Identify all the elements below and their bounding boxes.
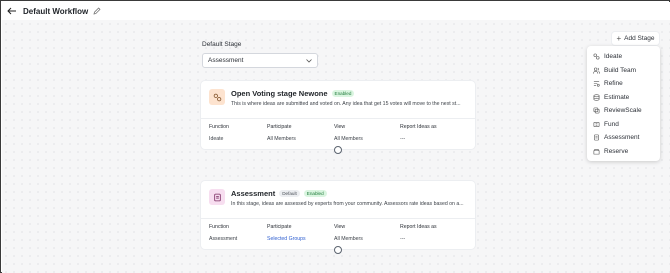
menu-item-label: Ideate xyxy=(604,53,623,61)
report-column: Report Ideas as --- xyxy=(400,224,437,242)
view-value: All Members xyxy=(334,136,363,142)
top-bar: Default Workflow xyxy=(2,2,670,20)
menu-item-refine[interactable]: Refine xyxy=(587,77,660,91)
view-header: View xyxy=(334,124,346,130)
assessment-stage-icon xyxy=(209,189,225,205)
function-header: Function xyxy=(209,124,229,130)
menu-item-label: Reserve xyxy=(604,147,629,155)
report-header: Report Ideas as xyxy=(400,124,437,130)
report-header: Report Ideas as xyxy=(400,224,437,230)
refine-icon xyxy=(593,81,600,87)
enabled-badge: Enabled xyxy=(303,190,327,197)
default-stage-value: Assessment xyxy=(208,57,244,64)
stage-connector-handle[interactable] xyxy=(334,146,342,154)
participate-header: Participate xyxy=(267,224,292,230)
menu-item-label: Assessment xyxy=(604,134,640,142)
stage-card[interactable]: Open Voting stage Newone Enabled This is… xyxy=(201,81,475,149)
add-stage-label: Add Stage xyxy=(624,35,655,42)
menu-item-label: ReviewScale xyxy=(604,107,642,115)
stage-title: Assessment xyxy=(231,189,276,198)
enabled-badge: Enabled xyxy=(331,90,355,97)
stage-title-row: Assessment Default Enabled xyxy=(231,189,327,198)
function-value: Assessment xyxy=(209,236,238,242)
function-column: Function Assessment xyxy=(209,224,237,242)
stage-title: Open Voting stage Newone xyxy=(231,89,328,98)
card-divider xyxy=(201,218,475,219)
reserve-icon xyxy=(593,148,600,155)
participate-column: Participate All Members xyxy=(267,124,296,142)
app-window: Default Workflow Default Stage Assessmen… xyxy=(0,0,670,273)
participate-value: All Members xyxy=(267,136,296,142)
view-column: View All Members xyxy=(334,124,363,142)
menu-item-label: Refine xyxy=(604,80,623,88)
stage-connector-handle[interactable] xyxy=(334,246,342,254)
menu-item-reviewscale[interactable]: ReviewScale xyxy=(587,104,660,118)
page-title: Default Workflow xyxy=(23,6,89,16)
view-value: All Members xyxy=(334,236,363,242)
participate-header: Participate xyxy=(267,124,292,130)
stage-description: This is where ideas are submitted and vo… xyxy=(231,101,461,107)
report-column: Report Ideas as --- xyxy=(400,124,437,142)
plus-icon: + xyxy=(616,34,622,43)
chevron-down-icon xyxy=(306,58,312,63)
menu-item-reserve[interactable]: Reserve xyxy=(587,145,660,159)
fund-icon xyxy=(593,121,600,127)
menu-item-label: Fund xyxy=(604,120,619,128)
default-badge: Default xyxy=(279,190,300,197)
edit-pencil-icon[interactable] xyxy=(93,6,103,16)
team-icon xyxy=(593,67,600,74)
menu-item-build-team[interactable]: Build Team xyxy=(587,64,660,78)
stage-title-row: Open Voting stage Newone Enabled xyxy=(231,89,355,98)
function-header: Function xyxy=(209,224,229,230)
menu-item-assessment[interactable]: Assessment xyxy=(587,131,660,145)
ideate-stage-icon xyxy=(209,89,225,105)
default-stage-select[interactable]: Assessment xyxy=(202,53,318,68)
menu-item-label: Estimate xyxy=(604,93,630,101)
card-divider xyxy=(201,118,475,119)
function-value: Ideate xyxy=(209,136,224,142)
assessment-icon xyxy=(594,134,599,141)
menu-item-estimate[interactable]: Estimate xyxy=(587,91,660,105)
stage-description: In this stage, ideas are assessed by exp… xyxy=(231,201,464,207)
back-arrow-icon[interactable] xyxy=(5,4,19,18)
estimate-icon xyxy=(593,94,600,101)
view-header: View xyxy=(334,224,346,230)
ideate-icon xyxy=(593,53,600,60)
selected-groups-link[interactable]: Selected Groups xyxy=(267,236,306,242)
report-value: --- xyxy=(400,236,406,242)
function-column: Function Ideate xyxy=(209,124,229,142)
menu-item-fund[interactable]: Fund xyxy=(587,118,660,132)
stage-card[interactable]: Assessment Default Enabled In this stage… xyxy=(201,181,475,249)
participate-column: Participate Selected Groups xyxy=(267,224,306,242)
view-column: View All Members xyxy=(334,224,363,242)
menu-item-ideate[interactable]: Ideate xyxy=(587,50,660,64)
add-stage-menu: Ideate Build Team Refine Estimate Review… xyxy=(587,46,660,161)
report-value: --- xyxy=(400,136,406,142)
add-stage-button[interactable]: + Add Stage xyxy=(612,32,659,45)
menu-item-label: Build Team xyxy=(604,66,637,74)
review-icon xyxy=(593,107,600,114)
default-stage-label: Default Stage xyxy=(202,41,242,48)
